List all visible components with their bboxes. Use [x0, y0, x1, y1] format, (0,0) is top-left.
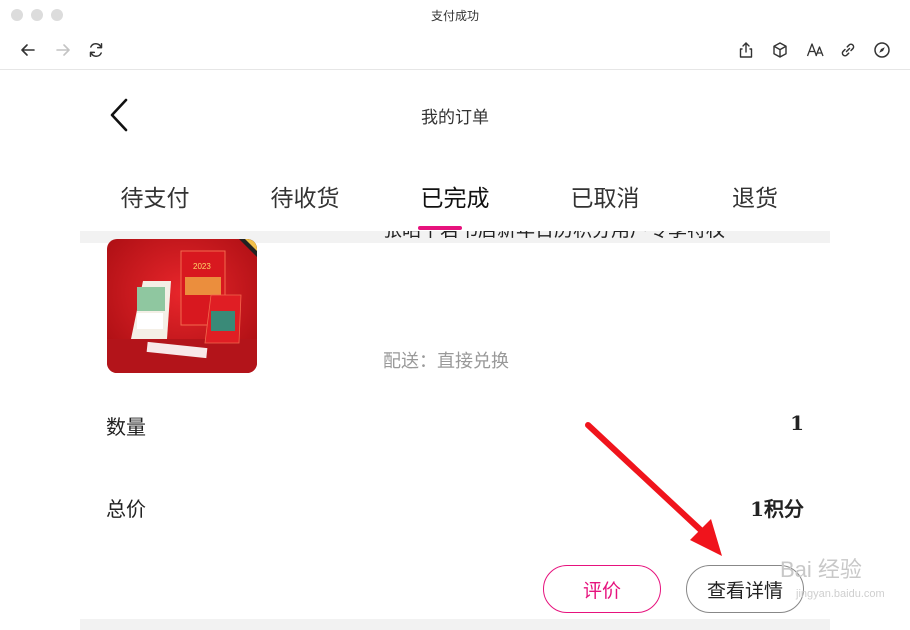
share-button[interactable] — [734, 38, 758, 62]
quantity-value: 1 — [790, 411, 804, 435]
window-titlebar: 支付成功 — [0, 0, 910, 30]
watermark-text: Bai 经验 — [780, 557, 862, 582]
product-image[interactable]: 2023 — [107, 239, 257, 373]
product-name[interactable]: 张昭平君书店新年日历积分用户专享特权 — [383, 231, 803, 255]
cube-icon — [773, 42, 787, 58]
quantity-label: 数量 — [106, 415, 146, 439]
tab-cancelled[interactable]: 已取消 — [530, 179, 680, 213]
link-icon — [841, 43, 855, 57]
arrow-right-icon — [56, 44, 70, 56]
order-page: 我的订单 待支付 待收货 已完成 已取消 退货 2023 配送：直接兑换 数量 … — [80, 71, 830, 630]
total-label: 总价 — [106, 497, 146, 521]
tab-completed[interactable]: 已完成 — [380, 179, 530, 213]
page-title: 我的订单 — [421, 108, 489, 128]
review-button[interactable]: 评价 — [543, 565, 661, 613]
delivery-method: 配送：直接兑换 — [383, 351, 509, 372]
active-tab-indicator — [418, 226, 462, 230]
arrow-left-icon — [21, 44, 35, 56]
forward-button[interactable] — [51, 38, 75, 62]
order-tabs: 待支付 待收货 已完成 已取消 退货 — [80, 171, 830, 231]
total-value: 1积分 — [750, 497, 804, 521]
browser-toolbar — [0, 30, 910, 70]
compass-icon — [874, 42, 890, 58]
tab-pending-payment[interactable]: 待支付 — [80, 179, 230, 213]
tab-returns[interactable]: 退货 — [680, 179, 830, 213]
back-button[interactable] — [16, 38, 40, 62]
section-divider — [80, 619, 830, 630]
compass-button[interactable] — [870, 38, 894, 62]
svg-text:2023: 2023 — [193, 262, 211, 271]
cube-button[interactable] — [768, 38, 792, 62]
window-title: 支付成功 — [430, 9, 479, 23]
watermark-subtext: jingyan.baidu.com — [796, 588, 885, 600]
tab-pending-receipt[interactable]: 待收货 — [230, 179, 380, 213]
text-size-icon — [806, 43, 824, 57]
share-icon — [739, 42, 753, 58]
link-button[interactable] — [836, 38, 860, 62]
text-size-button[interactable] — [803, 38, 827, 62]
reload-icon — [89, 43, 103, 57]
reload-button[interactable] — [84, 38, 108, 62]
